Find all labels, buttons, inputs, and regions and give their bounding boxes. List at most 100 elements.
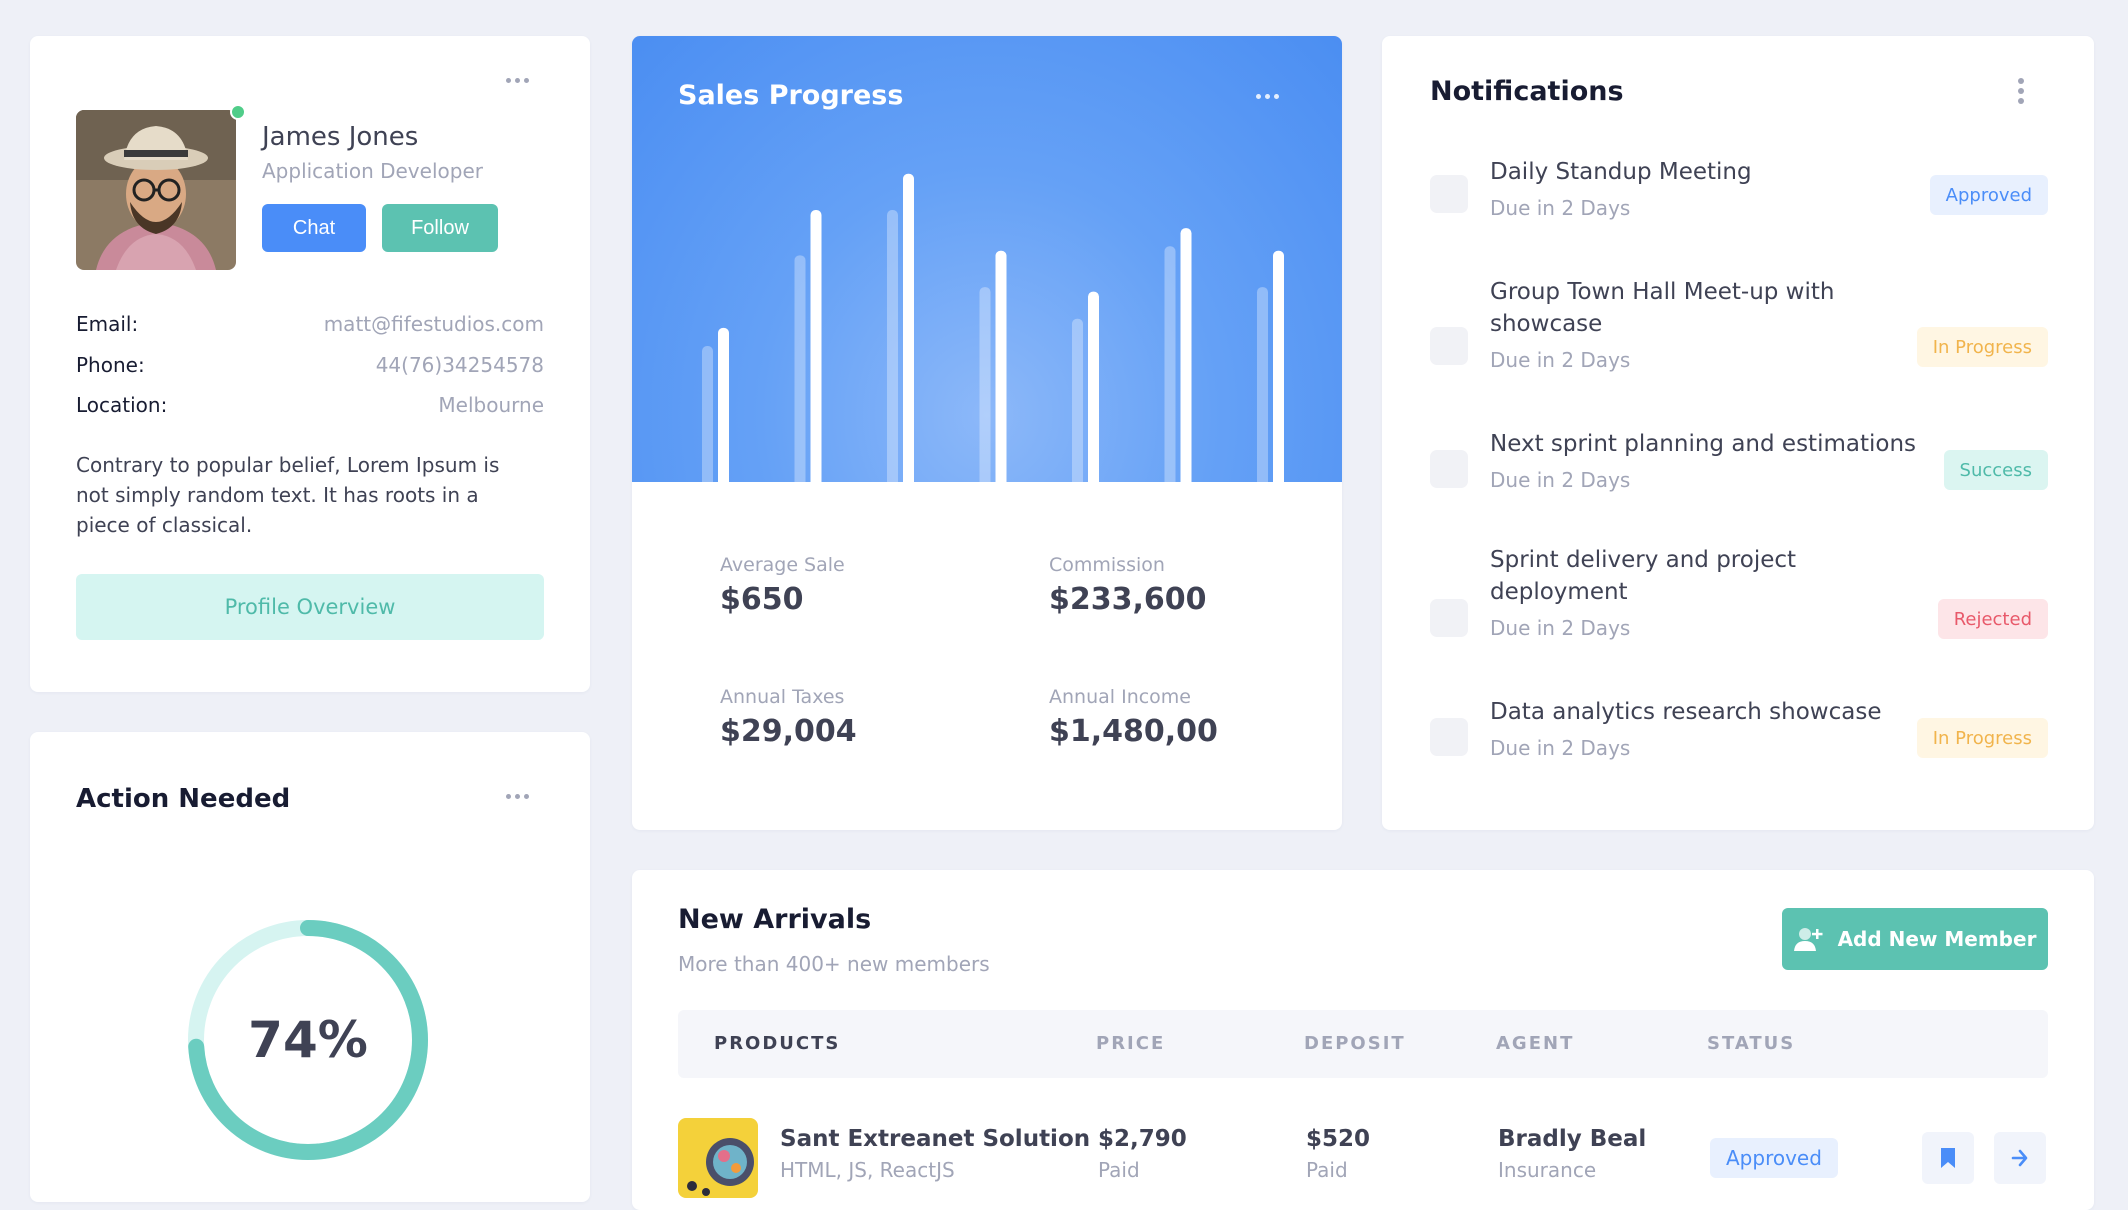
add-new-member-label: Add New Member xyxy=(1837,927,2037,951)
email-row: Email: matt@fifestudios.com xyxy=(76,312,544,336)
bookmark-button[interactable] xyxy=(1922,1132,1974,1184)
stat-value: $29,004 xyxy=(720,714,857,749)
location-row: Location: Melbourne xyxy=(76,393,544,417)
phone-value: 44(76)34254578 xyxy=(375,353,544,377)
phone-row: Phone: 44(76)34254578 xyxy=(76,353,544,377)
notification-title: Daily Standup Meeting xyxy=(1490,159,1752,185)
column-header-products: PRODUCTS xyxy=(714,1033,841,1054)
notification-checkbox[interactable] xyxy=(1430,450,1468,488)
more-options-icon[interactable] xyxy=(2018,78,2024,104)
bar-front-7 xyxy=(1273,250,1284,482)
stat-commission: Commission $233,600 xyxy=(1049,554,1207,617)
bar-front-1 xyxy=(718,327,729,482)
product-name[interactable]: Sant Extreanet Solution xyxy=(780,1126,1090,1152)
table-header: PRODUCTS PRICE DEPOSIT AGENT STATUS xyxy=(678,1010,2048,1078)
online-status-dot xyxy=(230,104,246,120)
bar-front-6 xyxy=(1180,228,1192,482)
notification-checkbox[interactable] xyxy=(1430,327,1468,365)
agent-name: Bradly Beal xyxy=(1498,1126,1647,1152)
price-value: $2,790 xyxy=(1098,1126,1187,1152)
bar-back-7 xyxy=(1257,287,1268,482)
bar-front-3 xyxy=(903,173,914,482)
more-options-icon[interactable] xyxy=(1256,94,1279,99)
status-badge: Approved xyxy=(1710,1138,1838,1178)
location-value: Melbourne xyxy=(438,393,544,417)
notifications-title: Notifications xyxy=(1430,76,1624,107)
column-header-status: STATUS xyxy=(1707,1033,1796,1054)
deposit-note: Paid xyxy=(1306,1158,1348,1182)
stat-annual-income: Annual Income $1,480,00 xyxy=(1049,686,1218,749)
notifications-card: Notifications Daily Standup Meeting Due … xyxy=(1382,36,2094,830)
profile-bio: Contrary to popular belief, Lorem Ipsum … xyxy=(76,453,500,537)
bar-back-6 xyxy=(1164,246,1176,482)
bar-back-5 xyxy=(1072,318,1083,482)
notification-due: Due in 2 Days xyxy=(1490,736,1631,760)
arrow-right-icon xyxy=(2011,1149,2028,1167)
more-options-icon[interactable] xyxy=(506,78,529,83)
notification-checkbox[interactable] xyxy=(1430,175,1468,213)
location-label: Location: xyxy=(76,393,168,417)
view-details-button[interactable] xyxy=(1994,1132,2046,1184)
email-value: matt@fifestudios.com xyxy=(323,312,544,336)
bookmark-icon xyxy=(1941,1148,1955,1168)
stat-label: Annual Income xyxy=(1049,686,1191,708)
notification-due: Due in 2 Days xyxy=(1490,348,1631,372)
bar-front-2 xyxy=(810,210,822,482)
stat-value: $650 xyxy=(720,582,804,617)
new-arrivals-card: New Arrivals More than 400+ new members … xyxy=(632,870,2094,1210)
stat-label: Average Sale xyxy=(720,554,845,576)
stat-label: Annual Taxes xyxy=(720,686,845,708)
column-header-deposit: DEPOSIT xyxy=(1304,1033,1406,1054)
price-note: Paid xyxy=(1098,1158,1140,1182)
stat-label: Commission xyxy=(1049,554,1165,576)
stat-average-sale: Average Sale $650 xyxy=(720,554,845,617)
profile-card: James Jones Application Developer Chat F… xyxy=(30,36,590,692)
notification-checkbox[interactable] xyxy=(1430,718,1468,756)
bar-back-2 xyxy=(794,255,806,482)
bar-front-4 xyxy=(995,250,1007,482)
add-user-icon xyxy=(1793,928,1823,951)
notification-item: Sprint delivery and project deployment D… xyxy=(1430,544,2048,664)
action-needed-card: Action Needed 74% xyxy=(30,732,590,1202)
notification-title: Data analytics research showcase xyxy=(1490,699,1882,725)
email-label: Email: xyxy=(76,312,139,336)
stat-annual-taxes: Annual Taxes $29,004 xyxy=(720,686,857,749)
sales-progress-card: Sales Progress Average Sale $650 Commiss… xyxy=(632,36,1342,830)
stat-value: $233,600 xyxy=(1049,582,1207,617)
action-needed-title: Action Needed xyxy=(76,784,291,814)
status-badge: Success xyxy=(1943,450,2048,490)
notification-due: Due in 2 Days xyxy=(1490,468,1631,492)
notification-item: Daily Standup Meeting Due in 2 Days Appr… xyxy=(1430,156,2048,240)
sales-chart-panel: Sales Progress xyxy=(632,36,1342,482)
agent-note: Insurance xyxy=(1498,1158,1597,1182)
product-tech: HTML, JS, ReactJS xyxy=(780,1158,955,1182)
more-options-icon[interactable] xyxy=(506,794,529,799)
column-header-price: PRICE xyxy=(1096,1033,1166,1054)
status-badge: Approved xyxy=(1929,175,2048,215)
profile-name: James Jones xyxy=(262,122,419,152)
product-thumbnail xyxy=(678,1118,758,1198)
notification-title: Group Town Hall Meet-up with showcase xyxy=(1490,279,1835,337)
add-new-member-button[interactable]: Add New Member xyxy=(1782,908,2048,970)
bar-back-4 xyxy=(979,287,991,482)
new-arrivals-subtitle: More than 400+ new members xyxy=(678,952,990,976)
notification-title: Sprint delivery and project deployment xyxy=(1490,547,1797,605)
status-badge: Rejected xyxy=(1937,599,2048,639)
deposit-value: $520 xyxy=(1306,1126,1371,1152)
phone-label: Phone: xyxy=(76,353,145,377)
bar-front-5 xyxy=(1088,291,1099,482)
profile-role: Application Developer xyxy=(262,159,483,183)
new-arrivals-title: New Arrivals xyxy=(678,904,872,935)
profile-overview-button[interactable]: Profile Overview xyxy=(76,574,544,640)
follow-button[interactable]: Follow xyxy=(382,204,498,252)
avatar xyxy=(76,110,236,270)
notification-due: Due in 2 Days xyxy=(1490,196,1631,220)
bar-back-1 xyxy=(702,346,713,482)
column-header-agent: AGENT xyxy=(1496,1033,1575,1054)
status-badge: In Progress xyxy=(1916,718,2048,758)
chat-button[interactable]: Chat xyxy=(262,204,366,252)
status-badge: In Progress xyxy=(1916,327,2048,367)
progress-percent: 74% xyxy=(248,1011,368,1069)
notification-checkbox[interactable] xyxy=(1430,599,1468,637)
sales-progress-title: Sales Progress xyxy=(678,80,904,111)
